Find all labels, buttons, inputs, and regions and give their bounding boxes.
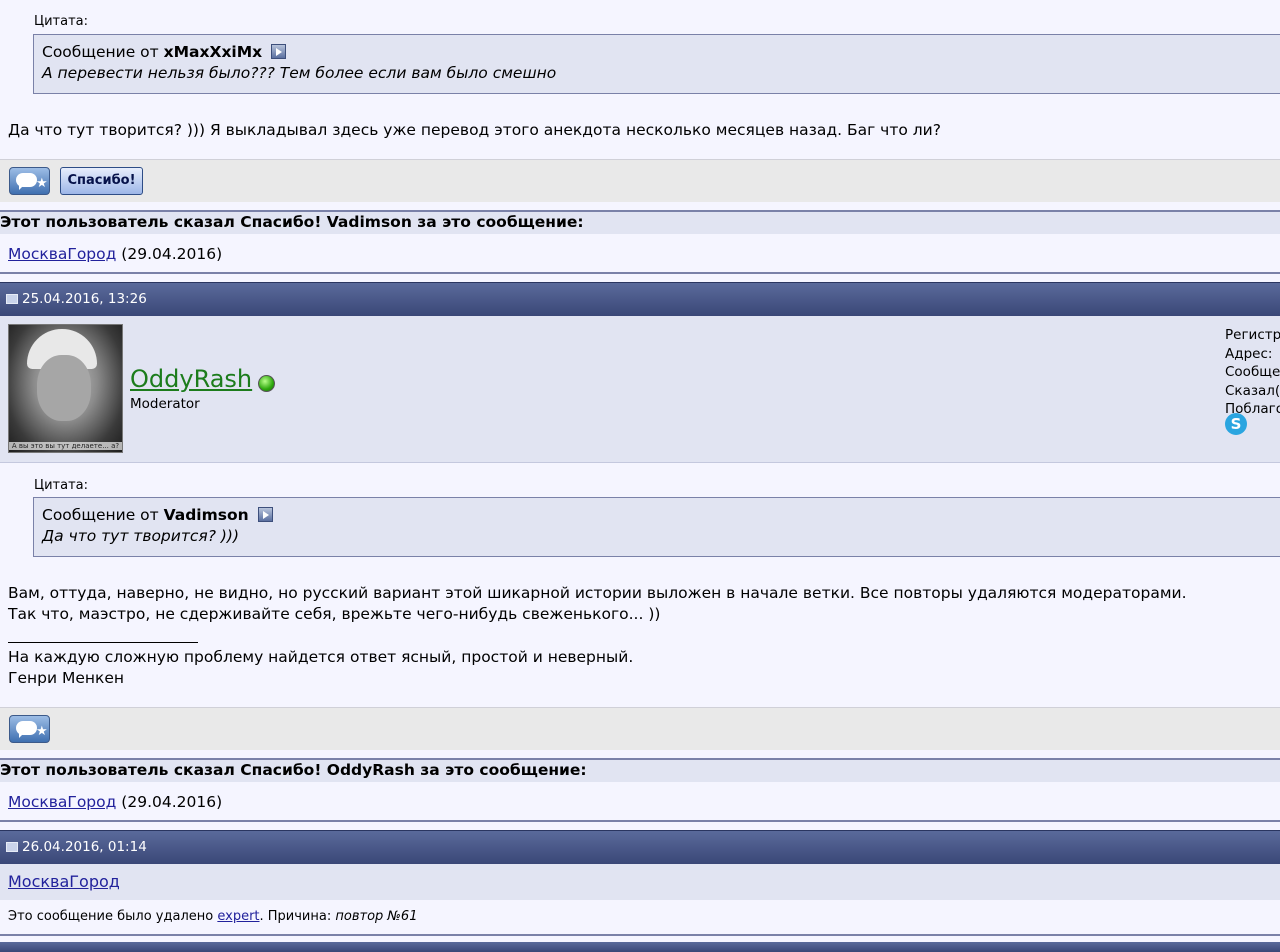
post-body: Да что тут творится? ))) Я выкладывал зд… xyxy=(8,121,941,139)
username-link[interactable]: OddyRash xyxy=(130,365,252,393)
thanks-row: МоскваГород (29.04.2016) xyxy=(0,782,1280,822)
meta-address: Адрес: xyxy=(1225,345,1273,362)
username-link[interactable]: МоскваГород xyxy=(8,872,120,891)
meta-posts: Сообще xyxy=(1225,364,1280,380)
reason-label: . Причина: xyxy=(259,909,332,924)
post-icon xyxy=(6,842,18,852)
signature: На каждую сложную проблему найдется отве… xyxy=(8,647,633,689)
deletion-reason: повтор №61 xyxy=(335,909,418,924)
speech-bubble-icon xyxy=(16,721,37,738)
quote-label: Цитата: xyxy=(34,478,88,493)
quick-reply-button[interactable]: ★ xyxy=(9,167,50,195)
avatar-caption: А вы это вы тут делаете... а? xyxy=(9,442,122,450)
quote-author: xMaxXxiMx xyxy=(163,43,263,61)
thanks-user-link[interactable]: МоскваГород xyxy=(8,793,116,811)
thanks-date: (29.04.2016) xyxy=(121,793,223,811)
post-body-line: Вам, оттуда, наверно, не видно, но русск… xyxy=(8,584,1187,602)
quote-text: А перевести нельзя было??? Тем более есл… xyxy=(42,64,557,82)
thanks-date: (29.04.2016) xyxy=(121,245,223,263)
view-post-icon[interactable] xyxy=(257,507,273,522)
post-actions: ★ Спасибо! xyxy=(0,159,1280,202)
quote-box: Сообщение от Vadimson Да что тут творитс… xyxy=(33,497,1280,557)
view-post-icon[interactable] xyxy=(271,44,287,59)
star-icon: ★ xyxy=(36,724,48,739)
skype-icon[interactable]: S xyxy=(1225,413,1247,435)
deleted-post-user: МоскваГород xyxy=(0,864,1280,900)
quick-reply-button[interactable]: ★ xyxy=(9,715,50,743)
post-header: 25.04.2016, 13:26 xyxy=(0,282,1280,316)
signature-line: На каждую сложную проблему найдется отве… xyxy=(8,648,634,666)
quote-text: Да что тут творится? ))) xyxy=(42,527,240,545)
thanks-row: МоскваГород (29.04.2016) xyxy=(0,234,1280,274)
speech-bubble-icon xyxy=(16,173,37,190)
avatar-face xyxy=(37,355,91,421)
avatar[interactable]: А вы это вы тут делаете... а? xyxy=(8,324,123,453)
quote-prefix: Сообщение от xyxy=(42,506,159,524)
post-actions: ★ xyxy=(0,707,1280,750)
user-info: А вы это вы тут делаете... а? OddyRash M… xyxy=(0,316,1280,463)
post-icon xyxy=(6,294,18,304)
thanks-header: Этот пользователь сказал Спасибо! Vadims… xyxy=(0,210,1280,234)
post-datetime: 25.04.2016, 13:26 xyxy=(22,291,147,307)
deleted-by-link[interactable]: expert xyxy=(217,909,259,924)
meta-thanked: Сказал( xyxy=(1225,382,1280,399)
post-body: Вам, оттуда, наверно, не видно, но русск… xyxy=(8,583,1187,625)
post-datetime: 26.04.2016, 01:14 xyxy=(22,839,147,855)
quote-label: Цитата: xyxy=(34,14,88,29)
next-post-header xyxy=(0,942,1280,952)
post-header: 26.04.2016, 01:14 xyxy=(0,830,1280,864)
star-icon: ★ xyxy=(36,176,48,191)
signature-line: Генри Менкен xyxy=(8,669,125,687)
thanks-user-link[interactable]: МоскваГород xyxy=(8,245,116,263)
signature-divider xyxy=(8,642,198,643)
quote-box: Сообщение от xMaxXxiMx А перевести нельз… xyxy=(33,34,1280,94)
post-body-line: Так что, маэстро, не сдерживайте себя, в… xyxy=(8,605,661,623)
deleted-prefix: Это сообщение было удалено xyxy=(8,909,214,924)
thanks-header: Этот пользователь сказал Спасибо! OddyRa… xyxy=(0,758,1280,782)
thanks-button[interactable]: Спасибо! xyxy=(60,167,143,195)
quote-author: Vadimson xyxy=(163,506,249,524)
user-meta: Регистр Адрес: Сообще Сказал( Поблаго xyxy=(1225,326,1280,419)
meta-registered: Регистр xyxy=(1225,327,1280,343)
user-title: Moderator xyxy=(130,396,200,412)
online-status-icon xyxy=(258,375,275,392)
deleted-notice: Это сообщение было удалено expert. Причи… xyxy=(0,900,1280,936)
quote-prefix: Сообщение от xyxy=(42,43,159,61)
